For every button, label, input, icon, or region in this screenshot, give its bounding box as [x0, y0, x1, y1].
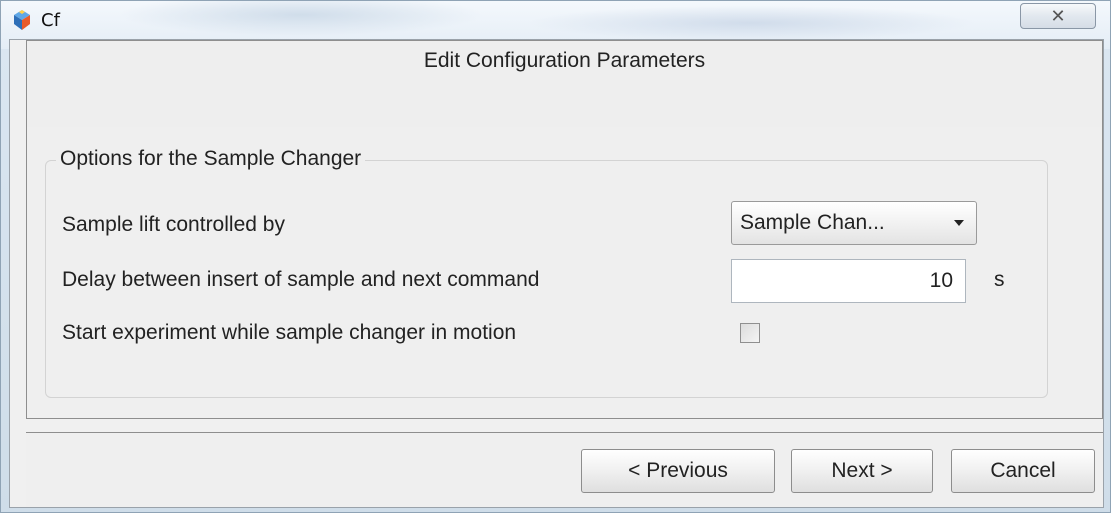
start-experiment-checkbox[interactable]: [740, 323, 760, 343]
delay-unit-label: s: [994, 268, 1005, 291]
sample-lift-selected-value: Sample Chan...: [740, 211, 885, 234]
dialog-window: Cf ✕ Edit Configuration Parameters Optio…: [0, 0, 1111, 513]
start-experiment-label: Start experiment while sample changer in…: [62, 321, 517, 344]
content-panel: Options for the Sample Changer Sample li…: [26, 127, 1103, 419]
group-legend: Options for the Sample Changer: [56, 147, 366, 171]
sample-lift-label: Sample lift controlled by: [62, 213, 285, 236]
window-title: Cf: [41, 10, 60, 31]
title-bar[interactable]: Cf ✕: [1, 1, 1110, 39]
close-icon: ✕: [1050, 5, 1066, 27]
chevron-down-icon: [954, 220, 964, 226]
dialog-client-area: Edit Configuration Parameters Options fo…: [9, 39, 1104, 508]
header-bar: Edit Configuration Parameters: [26, 40, 1103, 128]
cf-app-icon: [14, 10, 30, 30]
page-title: Edit Configuration Parameters: [423, 49, 706, 72]
next-button[interactable]: Next >: [791, 449, 933, 493]
options-group: Options for the Sample Changer Sample li…: [45, 147, 1048, 398]
button-bar: < Previous Next > Cancel: [26, 432, 1103, 507]
previous-button[interactable]: < Previous: [581, 449, 775, 493]
delay-input[interactable]: 10: [731, 259, 966, 303]
sample-lift-dropdown[interactable]: Sample Chan...: [731, 201, 977, 245]
cancel-button[interactable]: Cancel: [951, 449, 1095, 493]
delay-label: Delay between insert of sample and next …: [62, 268, 540, 291]
close-button[interactable]: ✕: [1020, 3, 1096, 29]
